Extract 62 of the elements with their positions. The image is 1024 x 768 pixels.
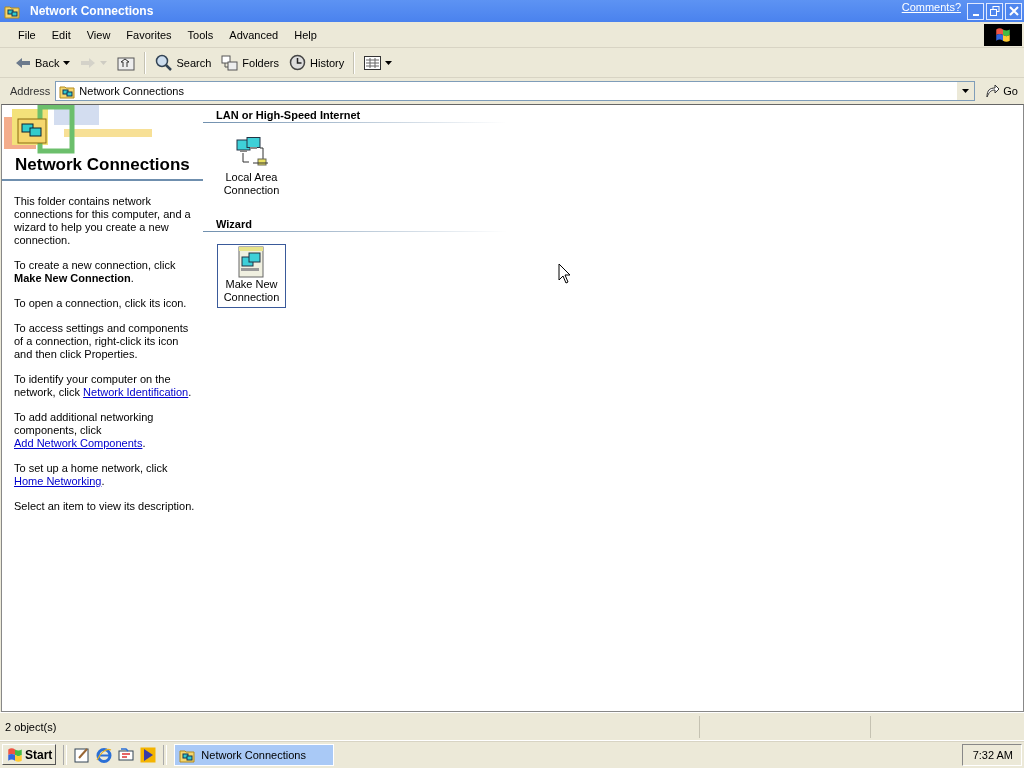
- flag-icon: [994, 25, 1012, 44]
- group-heading: Wizard: [203, 218, 506, 232]
- help-paragraph: To set up a home network, click Home Networking.: [14, 462, 169, 488]
- search-icon: [155, 54, 173, 71]
- views-grid-icon: [364, 55, 382, 70]
- go-arrow-icon: [984, 83, 1001, 99]
- window-icon: [4, 3, 20, 19]
- mouse-pointer-icon: [558, 263, 571, 284]
- dropdown-caret-icon: [385, 60, 393, 65]
- media-player-icon[interactable]: [140, 746, 157, 763]
- menu-item[interactable]: Help: [286, 28, 325, 41]
- folders-icon: [221, 54, 239, 71]
- back-arrow-icon: [15, 55, 31, 70]
- window-title: Network Connections: [29, 4, 155, 18]
- forward-arrow-icon: [80, 55, 97, 70]
- connection-item[interactable]: Local Area Connection: [217, 135, 286, 199]
- help-paragraph: This folder contains network connections for this computer, and a wizard to help you create a new connection.: [14, 195, 192, 247]
- item-label: Make New Connection: [222, 278, 281, 304]
- close-button[interactable]: [1005, 2, 1022, 20]
- start-button[interactable]: Start: [2, 744, 57, 765]
- restore-icon: [989, 6, 1000, 16]
- help-paragraph: To create a new connection, click Make New Connection.: [14, 259, 177, 285]
- menu-item[interactable]: View: [78, 28, 119, 41]
- dropdown-caret-icon: [63, 60, 71, 65]
- restore-button[interactable]: [986, 2, 1003, 20]
- help-paragraph: To add additional networking components, click Add Network Components.: [14, 411, 155, 450]
- help-paragraph: To identify your computer on the network, click Network Identification.: [14, 373, 193, 399]
- menu-item[interactable]: File: [10, 28, 44, 41]
- browser-icon[interactable]: [96, 746, 113, 763]
- clock: 7:32 AM: [961, 743, 1022, 766]
- help-paragraph: Select an item to view its description.: [14, 500, 195, 513]
- minimize-icon: [972, 14, 979, 16]
- help-paragraph: To access settings and components of a connection, right-click its icon and then click Properties.: [14, 322, 190, 361]
- dropdown-button[interactable]: [957, 82, 975, 100]
- go-button[interactable]: Go: [980, 81, 1022, 101]
- address-label: Address: [10, 85, 51, 97]
- menu-item[interactable]: Favorites: [118, 28, 180, 41]
- group-heading: LAN or High-Speed Internet: [203, 109, 506, 123]
- address-field[interactable]: Network Connections: [55, 81, 976, 101]
- status-text: 2 object(s): [0, 715, 700, 738]
- sync-icon[interactable]: [118, 746, 135, 763]
- back-button[interactable]: Back: [12, 53, 74, 72]
- flag-icon: [6, 745, 24, 764]
- menu-item[interactable]: Edit: [43, 28, 79, 41]
- connection-item[interactable]: Make New Connection: [217, 244, 286, 308]
- search-button[interactable]: Search: [152, 52, 215, 73]
- taskbar-button[interactable]: Network Connections: [174, 743, 335, 766]
- item-label: Local Area Connection: [222, 171, 281, 197]
- notepad-icon[interactable]: [74, 746, 91, 763]
- folder-up-icon: [117, 54, 136, 71]
- history-button[interactable]: History: [286, 52, 348, 73]
- dropdown-caret-icon: [100, 60, 108, 65]
- menu-item[interactable]: Tools: [179, 28, 222, 41]
- menu-item[interactable]: Advanced: [221, 28, 287, 41]
- clock-icon: [289, 54, 306, 71]
- folders-button[interactable]: Folders: [218, 52, 282, 73]
- folder-icon: [59, 83, 76, 99]
- panel-title: Network Connections: [2, 155, 203, 181]
- dropdown-caret-icon: [962, 89, 970, 93]
- help-paragraph: To open a connection, click its icon.: [14, 297, 188, 310]
- close-icon: [1008, 6, 1019, 16]
- minimize-button[interactable]: [967, 2, 984, 20]
